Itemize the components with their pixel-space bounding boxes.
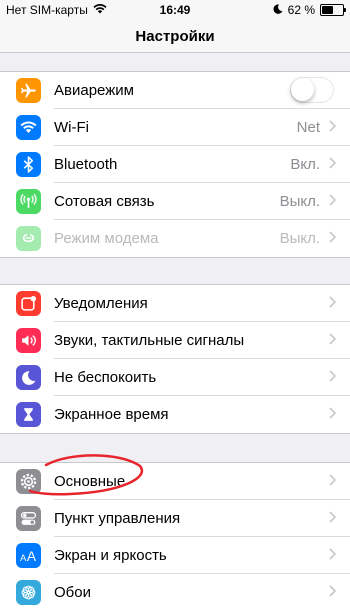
row-display-brightness[interactable]: AA Экран и яркость (0, 537, 350, 574)
row-label: Обои (54, 584, 91, 601)
row-value: Выкл. (279, 230, 320, 247)
gear-icon (16, 469, 41, 494)
general-group: Основные Пункт управления AA Экран и ярк… (0, 462, 350, 611)
chevron-right-icon (329, 157, 336, 169)
chevron-right-icon (329, 585, 336, 597)
row-label: Звуки, тактильные сигналы (54, 332, 245, 349)
moon-icon (16, 365, 41, 390)
row-label: Bluetooth (54, 156, 118, 173)
row-value: Net (296, 119, 320, 136)
chevron-right-icon (329, 194, 336, 206)
chevron-right-icon (329, 511, 336, 523)
chevron-right-icon (329, 548, 336, 560)
row-bluetooth[interactable]: Bluetooth Вкл. (0, 146, 350, 183)
battery-icon (320, 4, 346, 16)
chevron-right-icon (329, 120, 336, 132)
row-screen-time[interactable]: Экранное время (0, 396, 350, 433)
row-label: Не беспокоить (54, 369, 157, 386)
cellular-icon (16, 189, 41, 214)
status-bar: Нет SIM-карты 16:49 62 % (0, 0, 350, 20)
row-airplane-mode[interactable]: Авиарежим (0, 72, 350, 109)
switches-icon (16, 506, 41, 531)
row-label: Основные (54, 473, 126, 490)
row-general[interactable]: Основные (0, 463, 350, 500)
row-control-center[interactable]: Пункт управления (0, 500, 350, 537)
svg-text:A: A (27, 549, 37, 563)
chevron-right-icon (329, 370, 336, 382)
row-wifi[interactable]: Wi-Fi Net (0, 109, 350, 146)
chevron-right-icon (329, 474, 336, 486)
row-label: Авиарежим (54, 82, 134, 99)
row-value: Вкл. (290, 156, 320, 173)
toggle-knob (291, 78, 314, 101)
chevron-right-icon (329, 231, 336, 243)
status-right: 62 % (273, 3, 346, 17)
row-label: Wi-Fi (54, 119, 89, 136)
row-do-not-disturb[interactable]: Не беспокоить (0, 359, 350, 396)
connectivity-group: Авиарежим Wi-Fi Net Bluetooth Вкл. Сотов… (0, 71, 350, 258)
bluetooth-icon (16, 152, 41, 177)
chevron-right-icon (329, 296, 336, 308)
hourglass-icon (16, 402, 41, 427)
hotspot-icon (16, 226, 41, 251)
row-notifications[interactable]: Уведомления (0, 285, 350, 322)
moon-status-icon (273, 3, 283, 17)
row-label: Экранное время (54, 406, 169, 423)
row-value: Выкл. (279, 193, 320, 210)
row-label: Сотовая связь (54, 193, 155, 210)
row-cellular[interactable]: Сотовая связь Выкл. (0, 183, 350, 220)
row-personal-hotspot[interactable]: Режим модема Выкл. (0, 220, 350, 257)
sound-icon (16, 328, 41, 353)
navigation-bar: Настройки (0, 20, 350, 53)
wifi-icon (16, 115, 41, 140)
battery-percent: 62 % (287, 3, 315, 17)
flower-icon (16, 580, 41, 605)
row-sounds[interactable]: Звуки, тактильные сигналы (0, 322, 350, 359)
chevron-right-icon (329, 333, 336, 345)
row-label: Пункт управления (54, 510, 181, 527)
row-label: Экран и яркость (54, 547, 167, 564)
row-wallpaper[interactable]: Обои (0, 574, 350, 611)
chevron-right-icon (329, 407, 336, 419)
notifications-icon (16, 291, 41, 316)
notifications-group: Уведомления Звуки, тактильные сигналы Не… (0, 284, 350, 434)
airplane-icon (16, 78, 41, 103)
row-label: Уведомления (54, 295, 148, 312)
row-label: Режим модема (54, 230, 159, 247)
battery-fill (322, 6, 334, 14)
airplane-mode-toggle[interactable] (290, 77, 334, 103)
text-size-icon: AA (16, 543, 41, 568)
page-title: Настройки (135, 28, 215, 45)
